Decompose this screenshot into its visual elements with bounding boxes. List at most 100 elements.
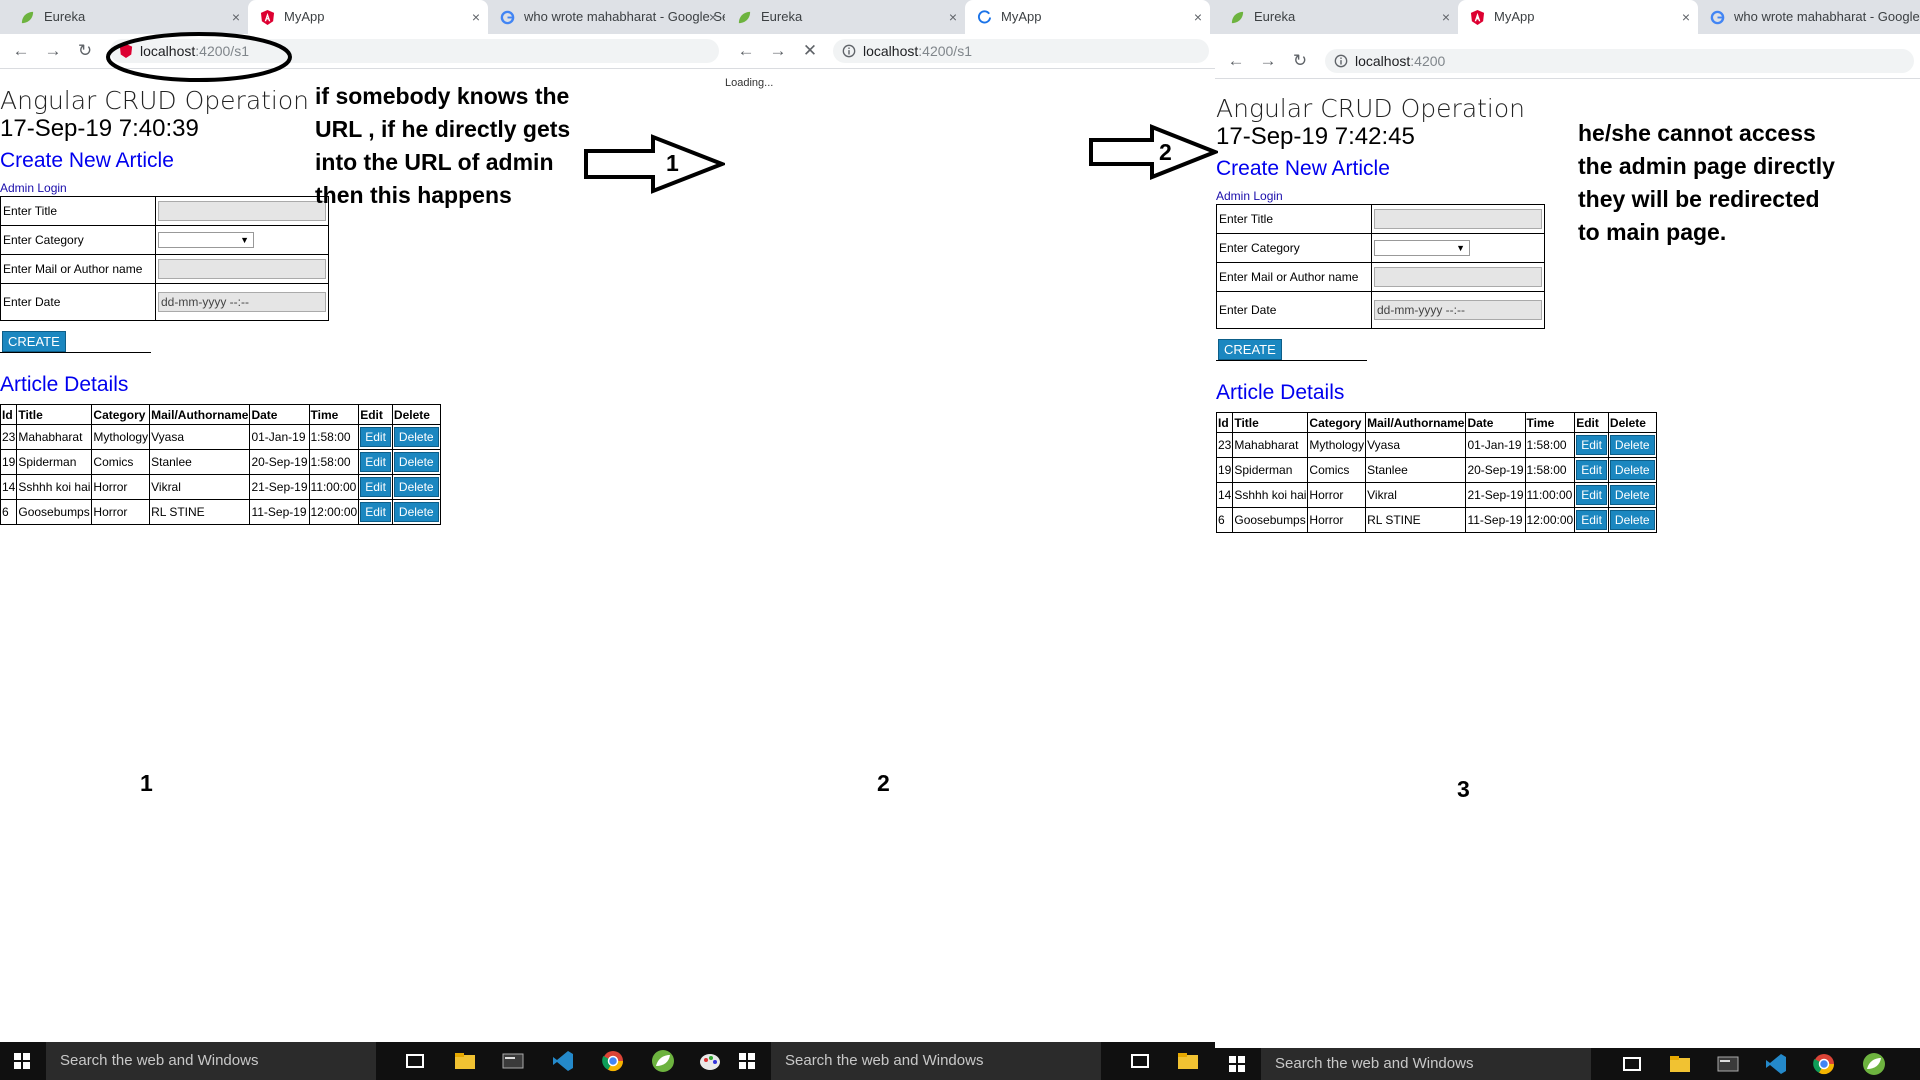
edit-button[interactable]: Edit xyxy=(1576,435,1607,455)
taskbar-search[interactable]: Search the web and Windows xyxy=(46,1042,376,1080)
cell-author: Vikral xyxy=(149,474,251,500)
tab-myapp[interactable]: MyApp × xyxy=(965,0,1210,34)
stop-icon[interactable]: ✕ xyxy=(800,41,820,61)
delete-button[interactable]: Delete xyxy=(1609,460,1655,480)
delete-button[interactable]: Delete xyxy=(393,477,439,497)
tab-myapp[interactable]: MyApp × xyxy=(248,0,488,34)
delete-button[interactable]: Delete xyxy=(393,502,439,522)
delete-button[interactable]: Delete xyxy=(1609,510,1655,530)
folder-icon[interactable] xyxy=(452,1048,478,1074)
edit-button[interactable]: Edit xyxy=(360,452,391,472)
field-label: Enter Date xyxy=(1216,291,1372,329)
form-row-date: Enter Date dd-mm-yyyy --:-- xyxy=(0,283,329,321)
tab-strip: Eureka × MyApp × who wrote mahabharat - … xyxy=(0,0,725,34)
forward-icon[interactable]: → xyxy=(43,41,63,61)
cell-id: 6 xyxy=(0,499,18,525)
page-title: Angular CRUD Operation xyxy=(1216,94,1526,123)
cell-id: 19 xyxy=(0,449,18,475)
address-bar[interactable]: localhost:4200/s1 xyxy=(833,39,1209,63)
cell-delete: Delete xyxy=(1607,482,1657,508)
back-icon[interactable]: ← xyxy=(1226,51,1246,71)
close-icon[interactable]: × xyxy=(709,0,717,34)
date-input[interactable]: dd-mm-yyyy --:-- xyxy=(158,292,326,312)
back-icon[interactable]: ← xyxy=(11,41,31,61)
chrome-icon[interactable] xyxy=(600,1048,626,1074)
close-icon[interactable]: × xyxy=(232,0,240,34)
close-icon[interactable]: × xyxy=(1442,0,1450,34)
tab-label: MyApp xyxy=(1494,9,1535,24)
cell-author: RL STINE xyxy=(149,499,251,525)
tab-google[interactable]: who wrote mahabharat - Google Search xyxy=(1698,0,1920,34)
paint-icon[interactable] xyxy=(697,1048,723,1074)
task-view-icon[interactable] xyxy=(1127,1048,1153,1074)
reload-icon[interactable]: ↻ xyxy=(1290,51,1310,71)
delete-button[interactable]: Delete xyxy=(393,427,439,447)
taskbar-search[interactable]: Search the web and Windows xyxy=(1261,1048,1591,1080)
close-icon[interactable]: × xyxy=(1194,0,1202,34)
field-label: Enter Mail or Author name xyxy=(0,254,156,284)
edit-button[interactable]: Edit xyxy=(1576,485,1607,505)
tab-myapp[interactable]: MyApp × xyxy=(1458,0,1698,34)
spring-icon[interactable] xyxy=(1861,1051,1887,1077)
windows-icon[interactable] xyxy=(739,1053,755,1069)
edit-button[interactable]: Edit xyxy=(360,502,391,522)
folder-icon[interactable] xyxy=(1667,1051,1693,1077)
tab-eureka[interactable]: Eureka × xyxy=(8,0,248,34)
taskbar-search[interactable]: Search the web and Windows xyxy=(771,1042,1101,1080)
tab-label: who wrote mahabharat - Google Search xyxy=(1734,9,1920,24)
form-row-category: Enter Category ▼ xyxy=(1216,233,1545,263)
forward-icon[interactable]: → xyxy=(768,41,788,61)
create-button[interactable]: CREATE xyxy=(2,331,66,352)
create-button[interactable]: CREATE xyxy=(1218,339,1282,360)
close-icon[interactable]: × xyxy=(949,0,957,34)
edit-button[interactable]: Edit xyxy=(1576,510,1607,530)
terminal-icon[interactable] xyxy=(500,1048,526,1074)
title-input[interactable] xyxy=(158,201,326,221)
url-host: localhost xyxy=(1355,53,1411,69)
task-view-icon[interactable] xyxy=(1619,1051,1645,1077)
field-label: Enter Category xyxy=(0,225,156,255)
table-row: 23 Mahabharat Mythology Vyasa 01-Jan-19 … xyxy=(1215,432,1657,458)
folder-icon[interactable] xyxy=(1175,1048,1201,1074)
tab-eureka[interactable]: Eureka × xyxy=(1218,0,1458,34)
tab-label: Eureka xyxy=(44,9,86,24)
forward-icon[interactable]: → xyxy=(1258,51,1278,71)
table-row: 6 Goosebumps Horror RL STINE 11-Sep-19 1… xyxy=(0,499,441,525)
taskbar: Search the web and Windows xyxy=(725,1042,1215,1080)
windows-icon[interactable] xyxy=(1229,1056,1245,1072)
address-bar[interactable]: localhost:4200 xyxy=(1325,49,1914,73)
edit-button[interactable]: Edit xyxy=(1576,460,1607,480)
tab-google[interactable]: who wrote mahabharat - Google Search × xyxy=(488,0,725,34)
edit-button[interactable]: Edit xyxy=(360,427,391,447)
spring-icon[interactable] xyxy=(650,1048,676,1074)
tab-eureka[interactable]: Eureka × xyxy=(725,0,965,34)
admin-login-link[interactable]: Admin Login xyxy=(1216,189,1283,203)
reload-icon[interactable]: ↻ xyxy=(75,41,95,61)
create-article-link[interactable]: Create New Article xyxy=(1216,157,1390,181)
admin-login-link[interactable]: Admin Login xyxy=(0,181,67,195)
vscode-icon[interactable] xyxy=(550,1048,576,1074)
title-input[interactable] xyxy=(1374,209,1542,229)
cell-title: Sshhh koi hai xyxy=(16,474,93,500)
author-input[interactable] xyxy=(1374,267,1542,287)
windows-icon[interactable] xyxy=(14,1053,30,1069)
panel-admin-url: Eureka × MyApp × who wrote mahabharat - … xyxy=(0,0,725,1080)
category-select[interactable]: ▼ xyxy=(1374,240,1470,256)
delete-button[interactable]: Delete xyxy=(1609,435,1655,455)
close-icon[interactable]: × xyxy=(472,0,480,34)
close-icon[interactable]: × xyxy=(1682,0,1690,34)
delete-button[interactable]: Delete xyxy=(1609,485,1655,505)
chrome-icon[interactable] xyxy=(1811,1051,1837,1077)
cell-delete: Delete xyxy=(391,474,441,500)
create-article-link[interactable]: Create New Article xyxy=(0,149,174,173)
author-input[interactable] xyxy=(158,259,326,279)
task-view-icon[interactable] xyxy=(402,1048,428,1074)
delete-button[interactable]: Delete xyxy=(393,452,439,472)
back-icon[interactable]: ← xyxy=(736,41,756,61)
date-input[interactable]: dd-mm-yyyy --:-- xyxy=(1374,300,1542,320)
edit-button[interactable]: Edit xyxy=(360,477,391,497)
vscode-icon[interactable] xyxy=(1763,1051,1789,1077)
article-table: Id Title Category Mail/Authorname Date T… xyxy=(0,404,441,525)
category-select[interactable]: ▼ xyxy=(158,232,254,248)
terminal-icon[interactable] xyxy=(1715,1051,1741,1077)
